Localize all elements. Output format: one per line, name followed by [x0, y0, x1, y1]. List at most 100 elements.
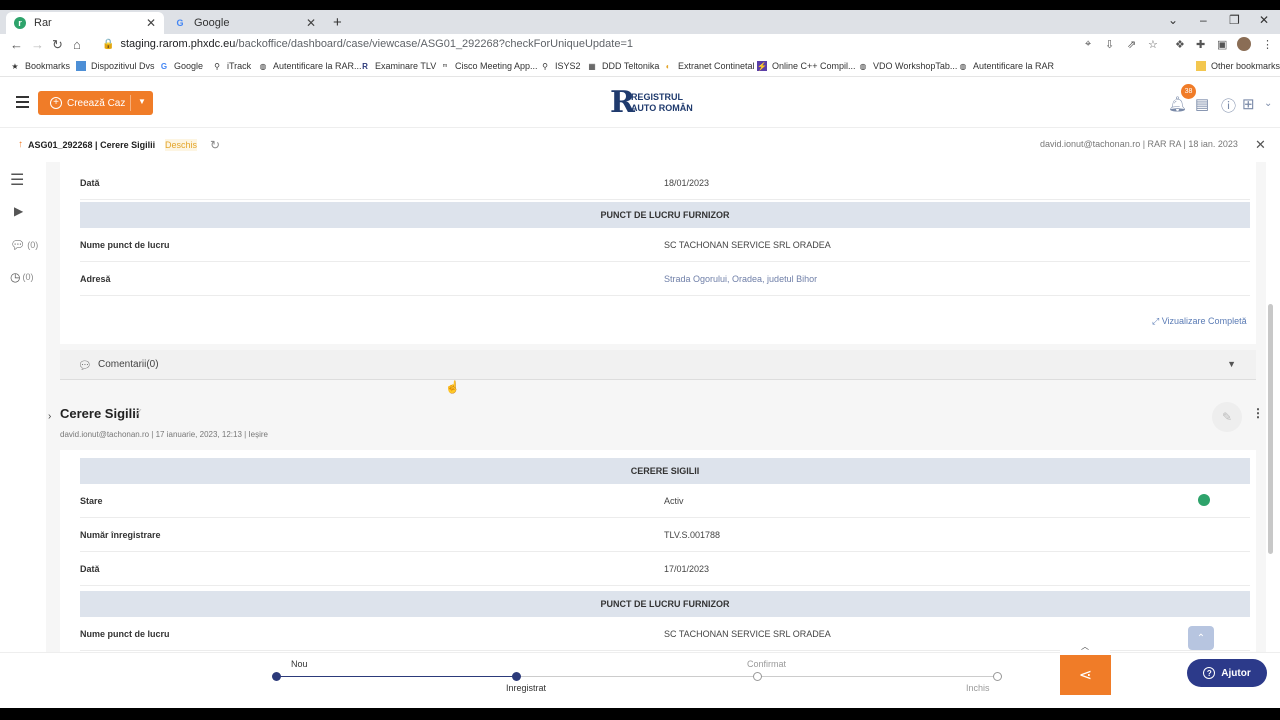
- refresh-icon[interactable]: ↻: [210, 138, 220, 152]
- hamburger-menu-icon[interactable]: [16, 96, 29, 111]
- window-close-icon[interactable]: ✕: [1259, 13, 1269, 27]
- google-favicon-icon: G: [176, 18, 184, 28]
- address-row: Adresă Strada Ogorului, Oradea, judetul …: [80, 262, 1250, 296]
- view-full-link[interactable]: ⤢ Vizualizare Completă: [1152, 316, 1247, 327]
- logo-line1: REGISTRUL: [630, 92, 683, 102]
- arrow-up-icon: ↑: [18, 139, 23, 150]
- close-tab-icon[interactable]: ✕: [146, 16, 156, 30]
- restore-icon[interactable]: ❐: [1229, 13, 1240, 27]
- expand-triangle-icon[interactable]: ▼: [1227, 359, 1236, 369]
- help-label: Ajutor: [1221, 667, 1251, 679]
- minimize-icon[interactable]: –: [1200, 13, 1207, 27]
- workflow-step-dot[interactable]: [753, 672, 762, 681]
- share-page-icon[interactable]: ⇗: [1127, 38, 1136, 51]
- help-button[interactable]: ? Ajutor: [1187, 659, 1267, 687]
- comment-icon: 💬︎: [10, 238, 26, 252]
- entry-meta: david.ionut@tachonan.ro | 17 ianuarie, 2…: [60, 430, 268, 439]
- section-header: CERERE SIGILII: [80, 458, 1250, 484]
- sidepanel-icon[interactable]: ▣: [1217, 38, 1227, 51]
- info-icon[interactable]: ⓘ: [1221, 95, 1236, 116]
- edit-button[interactable]: ✎: [1212, 402, 1242, 432]
- apps-grid-icon[interactable]: ⊞: [1242, 95, 1255, 113]
- location-icon[interactable]: ⌖: [1085, 38, 1091, 51]
- chevron-up-icon: ︿: [1081, 642, 1089, 651]
- reload-icon[interactable]: ↻: [52, 37, 63, 53]
- bookmark-item[interactable]: G Google: [159, 61, 203, 71]
- comment-icon: 💬︎: [78, 360, 92, 372]
- workflow-step-dot[interactable]: [272, 672, 281, 681]
- create-case-button[interactable]: + Creează Caz ▼: [38, 91, 153, 115]
- tasks-icon[interactable]: ▤: [1195, 95, 1209, 113]
- grid-favicon-icon: ▦: [588, 61, 596, 71]
- question-icon: ?: [1203, 667, 1216, 679]
- folder-icon: [1196, 61, 1206, 71]
- tab-strip: r Rar ✕ G Google ✕ + ⌄ – ❐ ✕: [0, 10, 1280, 34]
- workflow-step-dot[interactable]: [993, 672, 1002, 681]
- bookmark-item[interactable]: ◍ Autentificare la RAR: [958, 61, 1055, 71]
- bookmark-favicon-icon: [76, 61, 86, 71]
- regno-row: Număr înregistrare TLV.S.001788: [80, 518, 1250, 552]
- bookmark-item[interactable]: ⚲ iTrack: [212, 61, 251, 71]
- app-container: + Creează Caz ▼ R REGISTRUL AUTO ROMÂN 🔔…: [0, 78, 1280, 708]
- dropdown-caret-icon[interactable]: ▼: [138, 97, 146, 106]
- more-options-icon[interactable]: ⋮: [1252, 406, 1264, 420]
- tab-label: Google: [194, 17, 230, 29]
- bookmark-item[interactable]: ◍ Autentificare la RAR...: [258, 61, 362, 71]
- puzzle-icon[interactable]: ✚: [1196, 38, 1205, 51]
- back-icon[interactable]: ←: [10, 37, 23, 52]
- other-bookmarks[interactable]: Other bookmarks: [1196, 61, 1280, 71]
- rail-comments[interactable]: 💬︎ (0): [10, 238, 38, 252]
- install-icon[interactable]: ⇩: [1105, 38, 1114, 51]
- forward-icon[interactable]: →: [31, 37, 44, 52]
- new-tab-icon[interactable]: +: [333, 14, 342, 31]
- tab-rar[interactable]: r Rar ✕: [6, 12, 164, 34]
- close-tab-icon[interactable]: ✕: [306, 16, 316, 30]
- collapse-button[interactable]: ︿: [1060, 641, 1110, 653]
- tab-google[interactable]: G Google ✕: [166, 12, 324, 34]
- scrollbar[interactable]: [1268, 304, 1273, 554]
- workpoint-row: Nume punct de lucru SC TACHONAN SERVICE …: [80, 228, 1250, 262]
- star-icon[interactable]: ☆: [1148, 38, 1158, 51]
- chevron-down-icon[interactable]: ⌄: [1264, 98, 1272, 109]
- bookmark-item[interactable]: ◐ Extranet Continetal: [663, 61, 755, 71]
- address-link[interactable]: Strada Ogorului, Oradea, judetul Bihor: [664, 274, 817, 284]
- case-meta: david.ionut@tachonan.ro | RAR RA | 18 ia…: [1040, 139, 1238, 149]
- pin-icon: ⚲: [214, 61, 220, 71]
- rail-history[interactable]: ◷ (0): [10, 270, 33, 284]
- tab-search-chevron-icon[interactable]: ⌄: [1168, 13, 1178, 27]
- scroll-to-top-button[interactable]: ⌃: [1188, 626, 1214, 650]
- pencil-icon: ✎: [1221, 410, 1233, 424]
- bookmark-item[interactable]: ⚡ Online C++ Compil...: [757, 61, 856, 71]
- date-row: Dată 17/01/2023: [80, 552, 1250, 586]
- bookmark-item[interactable]: ⚲ ISYS2: [540, 61, 580, 71]
- bookmark-item[interactable]: ★ Bookmarks: [10, 61, 70, 71]
- status-active-dot: [1198, 494, 1210, 506]
- bookmark-item[interactable]: Dispozitivul Dvs: [76, 61, 155, 71]
- comments-panel[interactable]: 💬︎ Comentarii(0) ▼: [60, 350, 1256, 380]
- notification-badge: 38: [1181, 84, 1196, 99]
- share-button[interactable]: ⋖: [1060, 655, 1111, 695]
- play-icon[interactable]: ▶: [14, 204, 23, 218]
- home-icon[interactable]: ⌂: [73, 37, 81, 52]
- bookmark-item[interactable]: ◍ VDO WorkshopTab...: [858, 61, 958, 71]
- chevron-right-icon[interactable]: ›: [48, 411, 51, 422]
- globe-icon: ◍: [859, 61, 867, 71]
- app-header: + Creează Caz ▼ R REGISTRUL AUTO ROMÂN 🔔…: [0, 78, 1280, 128]
- rar-logo: R REGISTRUL AUTO ROMÂN: [610, 85, 710, 121]
- address-bar[interactable]: 🔒 staging.rarom.phxdc.eu/backoffice/dashb…: [102, 38, 633, 50]
- close-case-icon[interactable]: ✕: [1255, 137, 1266, 153]
- list-icon[interactable]: ☰: [10, 170, 24, 190]
- profile-avatar[interactable]: [1237, 37, 1251, 51]
- continental-favicon-icon: ◐: [665, 61, 671, 71]
- state-row: Stare Activ: [80, 484, 1250, 518]
- extension-icon[interactable]: ❖: [1175, 38, 1185, 51]
- bookmark-item[interactable]: ᵐ Cisco Meeting App...: [440, 61, 538, 71]
- browser-menu-icon[interactable]: ⋮: [1262, 38, 1273, 51]
- bookmark-item[interactable]: R Examinare TLV: [360, 61, 436, 71]
- left-rail: ☰ ▶ 💬︎ (0) ◷ (0): [0, 162, 46, 652]
- bookmark-item[interactable]: ▦ DDD Teltonika: [587, 61, 659, 71]
- workflow-step-dot[interactable]: [512, 672, 521, 681]
- plus-circle-icon: +: [50, 97, 62, 109]
- entry-title: Cerere Sigilii: [60, 406, 140, 421]
- browser-toolbar: ← → ↻ ⌂ 🔒 staging.rarom.phxdc.eu/backoffi…: [0, 34, 1280, 56]
